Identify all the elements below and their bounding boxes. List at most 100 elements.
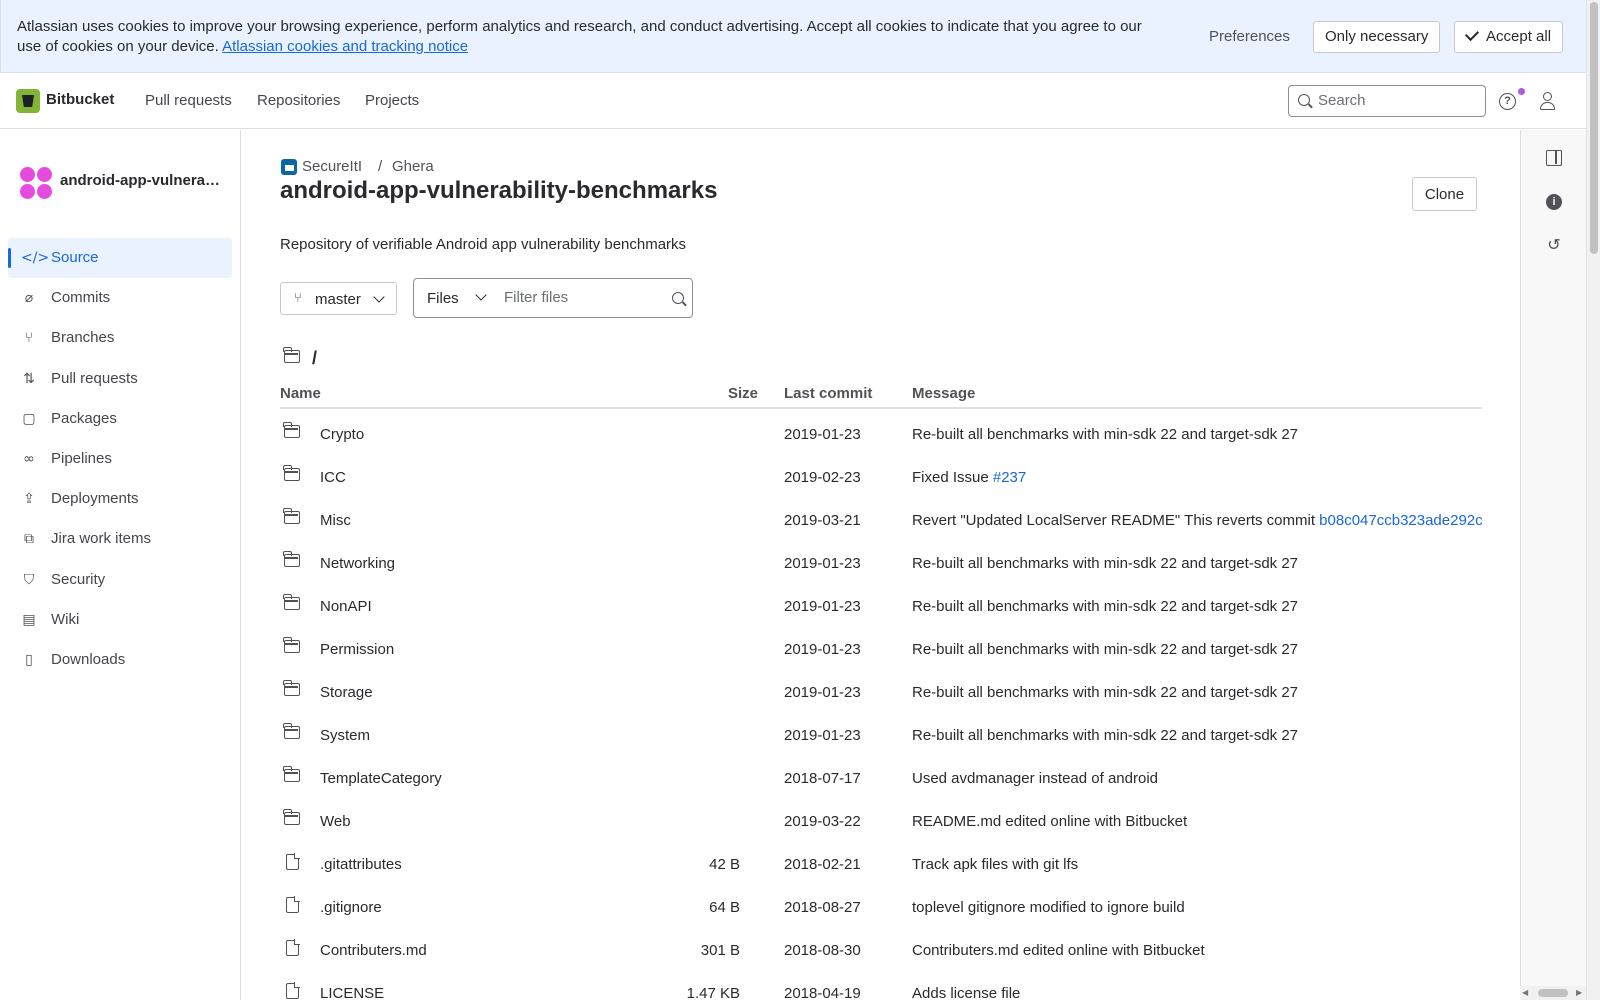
package-icon: ▢ <box>22 410 36 427</box>
file-name[interactable]: LICENSE <box>320 985 384 1000</box>
file-name[interactable]: System <box>320 727 370 744</box>
info-icon[interactable]: i <box>1546 194 1562 210</box>
sidebar-item-source[interactable]: </> Source <box>8 238 232 278</box>
file-name[interactable]: .gitattributes <box>320 856 402 873</box>
file-name[interactable]: TemplateCategory <box>320 770 442 787</box>
sidebar-item-label: Pipelines <box>51 450 112 467</box>
commit-icon: ⌀ <box>24 290 34 307</box>
commit-link[interactable]: b08c047ccb323ade292c <box>1319 512 1482 529</box>
folder-icon <box>283 809 300 825</box>
sidebar-item-packages[interactable]: ▢ Packages <box>8 399 232 439</box>
file-name[interactable]: Networking <box>320 555 395 572</box>
table-row[interactable]: NonAPI 2019-01-23 Re-built all benchmarks … <box>280 585 1482 628</box>
table-row[interactable]: Permission 2019-01-23 Re-built all benchma… <box>280 628 1482 671</box>
vertical-scrollbar[interactable] <box>1586 0 1600 1000</box>
table-row[interactable]: LICENSE 1.47 KB 2018-04-19 Adds license fil… <box>280 972 1482 1000</box>
commit-message: Re-built all benchmarks with min-sdk 22 … <box>912 727 1298 744</box>
folder-icon <box>283 680 300 696</box>
sidebar-item-branches[interactable]: ⑂ Branches <box>8 318 232 358</box>
table-row[interactable]: Misc 2019-03-21 Revert "Updated LocalServe… <box>280 499 1483 542</box>
table-row[interactable]: Networking 2019-01-23 Re-built all benchma… <box>280 542 1482 585</box>
commit-message: Re-built all benchmarks with min-sdk 22 … <box>912 641 1298 658</box>
sidebar-item-label: Source <box>51 249 99 266</box>
download-icon: ▯ <box>25 652 33 668</box>
chevron-down-icon[interactable] <box>475 289 487 301</box>
clone-button[interactable]: Clone <box>1412 177 1477 211</box>
table-row[interactable]: .gitignore 64 B 2018-08-27 toplevel gitigno… <box>280 886 1482 929</box>
sidebar-item-jira-work-items[interactable]: ⧉ Jira work items <box>8 519 232 559</box>
nav-projects[interactable]: Projects <box>365 92 419 109</box>
horizontal-scrollbar[interactable]: ◀ ▶ <box>1520 986 1586 1000</box>
table-row[interactable]: .gitattributes 42 B 2018-02-21 Track apk fi… <box>280 843 1482 886</box>
table-row[interactable]: Web 2019-03-22 README.md edited online wit… <box>280 800 1482 843</box>
scroll-thumb[interactable] <box>1590 2 1598 254</box>
file-name[interactable]: .gitignore <box>320 899 382 916</box>
repo-avatar[interactable] <box>20 167 52 199</box>
commit-message-text: toplevel gitignore modified to ignore bu… <box>912 899 1185 916</box>
accept-all-button[interactable]: Accept all <box>1454 21 1564 53</box>
scroll-thumb[interactable] <box>1538 989 1568 997</box>
profile-body <box>1540 102 1555 110</box>
breadcrumb-workspace[interactable]: SecureItI <box>302 158 362 175</box>
sidebar-item-label: Jira work items <box>51 530 152 548</box>
file-name[interactable]: Web <box>320 813 351 830</box>
sidebar-item-label: Packages <box>51 409 117 427</box>
breadcrumb-project[interactable]: Ghera <box>392 158 434 175</box>
file-name[interactable]: Storage <box>320 684 373 701</box>
branch-selector[interactable]: ⑂ master <box>280 282 397 315</box>
cookie-notice-link[interactable]: Atlassian cookies and tracking notice <box>222 38 468 55</box>
filter-files-input[interactable] <box>504 289 654 306</box>
table-row[interactable]: TemplateCategory 2018-07-17 Used avdmanage… <box>280 757 1482 800</box>
last-commit-date: 2019-01-23 <box>784 598 861 615</box>
nav-pull-requests[interactable]: Pull requests <box>145 92 232 109</box>
sidebar-item-deployments[interactable]: ⇪ Deployments <box>8 479 232 519</box>
table-row[interactable]: ICC 2019-02-23 Fixed Issue #237 <box>280 456 1482 499</box>
preferences-button[interactable]: Preferences <box>1197 21 1302 53</box>
sidebar-item-pull-requests[interactable]: ⇅ Pull requests <box>8 359 232 399</box>
wiki-icon: ▤ <box>22 611 36 628</box>
column-size: Size <box>728 385 759 402</box>
file-name[interactable]: Permission <box>320 641 394 658</box>
commit-message-text: Re-built all benchmarks with min-sdk 22 … <box>912 727 1299 744</box>
bitbucket-logo-icon[interactable] <box>16 89 40 113</box>
profile-head <box>1543 92 1552 101</box>
last-commit-date: 2018-04-19 <box>784 985 861 1000</box>
file-name[interactable]: Misc <box>320 512 351 529</box>
commit-message-text: Re-built all benchmarks with min-sdk 22 … <box>912 426 1299 443</box>
commit-message: toplevel gitignore modified to ignore bu… <box>912 899 1185 916</box>
search-box[interactable] <box>1288 85 1486 117</box>
table-row[interactable]: System 2019-01-23 Re-built all benchmarks … <box>280 714 1482 757</box>
table-row[interactable]: Contributers.md 301 B 2018-08-30 Contribute… <box>280 929 1482 972</box>
history-icon[interactable]: ↺ <box>1546 237 1562 253</box>
table-row[interactable]: Crypto 2019-01-23 Re-built all benchmarks … <box>280 413 1482 456</box>
column-message: Message <box>912 385 976 402</box>
search-icon <box>672 292 684 304</box>
sidebar-item-downloads[interactable]: ▯ Downloads <box>8 640 232 680</box>
nav-repositories[interactable]: Repositories <box>257 92 340 109</box>
pipeline-icon: ∞ <box>23 451 35 467</box>
file-name[interactable]: Contributers.md <box>320 942 427 959</box>
sidebar-item-commits[interactable]: ⌀ Commits <box>8 278 232 318</box>
commit-message: Re-built all benchmarks with min-sdk 22 … <box>912 555 1298 572</box>
file-icon <box>284 853 300 871</box>
sidebar-item-security[interactable]: ⛉ Security <box>8 560 232 600</box>
sidebar-item-pipelines[interactable]: ∞ Pipelines <box>8 439 232 479</box>
folder-icon <box>283 465 300 481</box>
deployment-icon: ⇪ <box>23 491 35 508</box>
file-name[interactable]: Crypto <box>320 426 364 443</box>
side-panel-icon[interactable] <box>1546 150 1562 166</box>
brand-name[interactable]: Bitbucket <box>46 91 114 108</box>
sidebar-repo-name[interactable]: android-app-vulnerability-benchmarks <box>60 172 228 189</box>
table-row[interactable]: Storage 2019-01-23 Re-built all benchmarks… <box>280 671 1482 714</box>
filter-type-dropdown[interactable]: Files <box>427 290 459 307</box>
file-name[interactable]: ICC <box>320 469 346 486</box>
pull-request-icon: ⇅ <box>23 370 35 387</box>
help-icon[interactable]: ? <box>1499 93 1516 110</box>
sidebar-item-wiki[interactable]: ▤ Wiki <box>8 600 232 640</box>
file-name[interactable]: NonAPI <box>320 598 372 615</box>
table-header-divider <box>280 407 1482 409</box>
only-necessary-button[interactable]: Only necessary <box>1313 21 1441 53</box>
commit-link[interactable]: #237 <box>993 469 1026 486</box>
profile-icon[interactable] <box>1537 90 1559 112</box>
search-input[interactable] <box>1318 92 1478 109</box>
